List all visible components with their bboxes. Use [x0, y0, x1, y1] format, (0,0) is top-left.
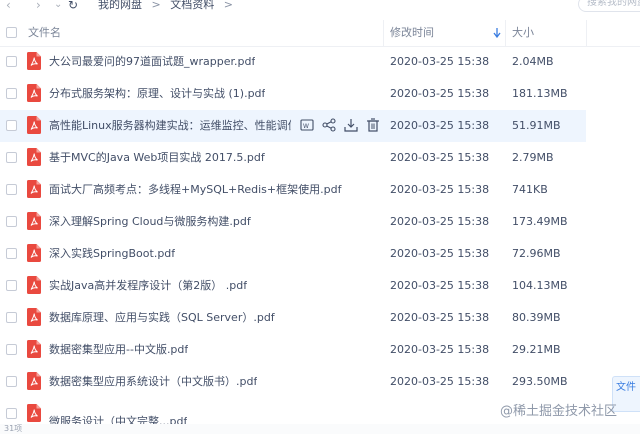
sort-desc-icon[interactable] — [493, 28, 501, 38]
row-checkbox[interactable] — [6, 184, 17, 195]
file-name[interactable]: 数据库原理、应用与实践（SQL Server）.pdf — [49, 302, 275, 334]
row-checkbox[interactable] — [6, 344, 17, 355]
refresh-icon[interactable]: ↻ — [68, 0, 78, 11]
file-size: 2.04MB — [512, 55, 554, 68]
forward-icon[interactable]: › — [36, 0, 41, 11]
download-icon[interactable] — [344, 118, 358, 132]
table-row[interactable]: 数据密集型应用系统设计（中文版书）.pdf 2020-03-25 15:38 2… — [0, 366, 586, 398]
table-row[interactable]: 基于MVC的Java Web项目实战 2017.5.pdf 2020-03-25… — [0, 142, 586, 174]
file-name[interactable]: 实战Java高并发程序设计（第2版） .pdf — [49, 270, 247, 302]
file-size: 173.49MB — [512, 215, 568, 228]
row-checkbox[interactable] — [6, 88, 17, 99]
back-icon[interactable]: ‹ — [6, 0, 11, 11]
file-date: 2020-03-25 15:38 — [390, 87, 490, 100]
file-size: 104.13MB — [512, 279, 568, 292]
file-name[interactable]: 面试大厂高频考点：多线程+MySQL+Redis+框架使用.pdf — [49, 174, 379, 206]
search-input[interactable]: 搜索我的网盘 — [578, 0, 640, 12]
column-divider — [383, 20, 384, 46]
table-row[interactable]: 微服务设计（中文完整...pdf — [0, 398, 586, 424]
pdf-file-icon — [27, 308, 41, 326]
table-row[interactable]: 数据库原理、应用与实践（SQL Server）.pdf 2020-03-25 1… — [0, 302, 586, 334]
top-toolbar: ‹ › ⌄ ↻ 我的网盘 > 文档资料 > 搜索我的网盘 — [0, 0, 640, 16]
file-name[interactable]: 深入实践SpringBoot.pdf — [49, 238, 175, 270]
breadcrumb-item[interactable]: 文档资料 — [170, 0, 214, 11]
row-checkbox[interactable] — [6, 408, 17, 419]
column-divider — [505, 20, 506, 46]
breadcrumb-item[interactable]: 我的网盘 — [98, 0, 142, 11]
row-checkbox[interactable] — [6, 120, 17, 131]
table-row[interactable]: 高性能Linux服务器构建实战：运维监控、性能调优与... W 2020-03-… — [0, 110, 586, 142]
delete-icon[interactable] — [366, 118, 380, 132]
file-name[interactable]: 基于MVC的Java Web项目实战 2017.5.pdf — [49, 142, 265, 174]
row-checkbox[interactable] — [6, 376, 17, 387]
pdf-file-icon — [27, 148, 41, 166]
file-size: 80.39MB — [512, 311, 561, 324]
open-icon[interactable]: W — [300, 118, 314, 132]
select-all-checkbox[interactable] — [6, 27, 17, 38]
file-name[interactable]: 分布式服务架构：原理、设计与实战 (1).pdf — [49, 78, 265, 110]
pdf-file-icon — [27, 212, 41, 230]
pdf-file-icon — [27, 244, 41, 262]
file-size: 293.50MB — [512, 375, 568, 388]
file-date: 2020-03-25 15:38 — [390, 279, 490, 292]
table-row[interactable]: 深入理解Spring Cloud与微服务构建.pdf 2020-03-25 15… — [0, 206, 586, 238]
watermark: @稀土掘金技术社区 — [500, 404, 618, 419]
file-date: 2020-03-25 15:38 — [390, 215, 490, 228]
file-date: 2020-03-25 15:38 — [390, 247, 490, 260]
file-date: 2020-03-25 15:38 — [390, 311, 490, 324]
file-size: 2.79MB — [512, 151, 554, 164]
file-name[interactable]: 数据密集型应用系统设计（中文版书）.pdf — [49, 366, 257, 398]
dropdown-icon[interactable]: ⌄ — [54, 0, 62, 10]
file-date: 2020-03-25 15:38 — [390, 343, 490, 356]
file-size: 29.21MB — [512, 343, 561, 356]
pdf-file-icon — [27, 340, 41, 358]
file-date: 2020-03-25 15:38 — [390, 151, 490, 164]
column-header-name[interactable]: 文件名 — [28, 20, 61, 46]
svg-text:W: W — [303, 123, 309, 130]
row-checkbox[interactable] — [6, 248, 17, 259]
pdf-file-icon — [27, 372, 41, 390]
status-bar: 31项 — [0, 424, 640, 434]
row-checkbox[interactable] — [6, 312, 17, 323]
pdf-file-icon — [27, 84, 41, 102]
file-name[interactable]: 大公司最爱问的97道面试题_wrapper.pdf — [49, 46, 255, 78]
file-name[interactable]: 高性能Linux服务器构建实战：运维监控、性能调优与... — [49, 110, 291, 142]
file-list-header: 文件名 修改时间 大小 — [0, 20, 640, 47]
table-row[interactable]: 数据密集型应用--中文版.pdf 2020-03-25 15:38 29.21M… — [0, 334, 586, 366]
column-header-size[interactable]: 大小 — [512, 20, 534, 46]
file-name[interactable]: 微服务设计（中文完整...pdf — [49, 406, 187, 424]
file-size: 72.96MB — [512, 247, 561, 260]
table-row[interactable]: 大公司最爱问的97道面试题_wrapper.pdf 2020-03-25 15:… — [0, 46, 586, 78]
row-checkbox[interactable] — [6, 152, 17, 163]
breadcrumb: 我的网盘 > 文档资料 > — [98, 0, 239, 10]
table-row[interactable]: 面试大厂高频考点：多线程+MySQL+Redis+框架使用.pdf 2020-0… — [0, 174, 586, 206]
table-row[interactable]: 实战Java高并发程序设计（第2版） .pdf 2020-03-25 15:38… — [0, 270, 586, 302]
file-date: 2020-03-25 15:38 — [390, 55, 490, 68]
file-date: 2020-03-25 15:38 — [390, 375, 490, 388]
file-date: 2020-03-25 15:38 — [390, 183, 490, 196]
pdf-file-icon — [27, 116, 41, 134]
file-size: 741KB — [512, 183, 548, 196]
file-date: 2020-03-25 15:38 — [390, 119, 490, 132]
breadcrumb-separator-icon: > — [223, 0, 233, 11]
row-checkbox[interactable] — [6, 56, 17, 67]
column-divider — [586, 20, 587, 46]
pdf-file-icon — [27, 52, 41, 70]
row-checkbox[interactable] — [6, 216, 17, 227]
pdf-file-icon — [27, 180, 41, 198]
file-name[interactable]: 数据密集型应用--中文版.pdf — [49, 334, 188, 366]
pdf-file-icon — [27, 404, 41, 422]
share-icon[interactable] — [322, 118, 336, 132]
column-header-date[interactable]: 修改时间 — [390, 20, 434, 46]
row-checkbox[interactable] — [6, 280, 17, 291]
table-row[interactable]: 深入实践SpringBoot.pdf 2020-03-25 15:38 72.9… — [0, 238, 586, 270]
file-size: 51.91MB — [512, 119, 561, 132]
table-row[interactable]: 分布式服务架构：原理、设计与实战 (1).pdf 2020-03-25 15:3… — [0, 78, 586, 110]
breadcrumb-separator-icon: > — [151, 0, 161, 11]
file-size: 181.13MB — [512, 87, 568, 100]
pdf-file-icon — [27, 276, 41, 294]
file-name[interactable]: 深入理解Spring Cloud与微服务构建.pdf — [49, 206, 251, 238]
